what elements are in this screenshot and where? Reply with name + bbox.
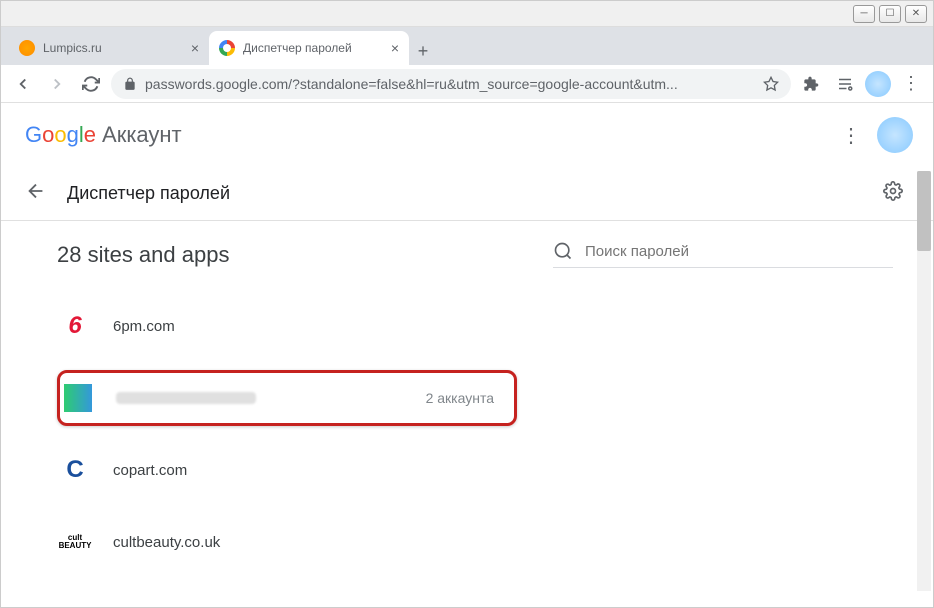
tab-title: Диспетчер паролей xyxy=(243,41,383,55)
close-window-button[interactable]: ✕ xyxy=(905,5,927,23)
browser-toolbar: passwords.google.com/?standalone=false&h… xyxy=(1,65,933,103)
password-manager-header: Диспетчер паролей xyxy=(1,167,933,221)
close-icon[interactable]: × xyxy=(191,40,199,56)
window-titlebar: ─ ☐ ✕ xyxy=(1,1,933,27)
back-arrow-icon[interactable] xyxy=(25,180,47,208)
profile-avatar-small[interactable] xyxy=(865,71,891,97)
star-icon[interactable] xyxy=(763,76,779,92)
new-tab-button[interactable]: + xyxy=(409,37,437,65)
extensions-icon[interactable] xyxy=(797,70,825,98)
site-name: 6pm.com xyxy=(113,318,873,335)
scrollbar-thumb[interactable] xyxy=(917,171,931,251)
back-button[interactable] xyxy=(9,70,37,98)
lock-icon xyxy=(123,77,137,91)
site-favicon: cultBEAUTY xyxy=(61,528,89,556)
search-input[interactable] xyxy=(585,243,893,260)
sites-count-label: 28 sites and apps xyxy=(57,242,229,268)
account-label: Аккаунт xyxy=(102,122,182,148)
maximize-button[interactable]: ☐ xyxy=(879,5,901,23)
tab-password-manager[interactable]: Диспетчер паролей × xyxy=(209,31,409,65)
url-text: passwords.google.com/?standalone=false&h… xyxy=(145,76,755,92)
site-row-copart[interactable]: C copart.com xyxy=(57,442,893,498)
forward-button[interactable] xyxy=(43,70,71,98)
site-favicon: 6 xyxy=(61,312,89,340)
account-count: 2 аккаунта xyxy=(426,390,494,406)
site-row-6pm[interactable]: 6 6pm.com xyxy=(57,298,893,354)
favicon-google xyxy=(219,40,235,56)
reload-button[interactable] xyxy=(77,70,105,98)
site-name: copart.com xyxy=(113,462,873,479)
site-row-cultbeauty[interactable]: cultBEAUTY cultbeauty.co.uk xyxy=(57,514,893,570)
site-favicon xyxy=(64,384,92,412)
page-title: Диспетчер паролей xyxy=(67,183,230,204)
profile-avatar-large[interactable] xyxy=(877,117,913,153)
password-list-area: 28 sites and apps 6 6pm.com 2 аккаунта C… xyxy=(1,221,933,607)
minimize-button[interactable]: ─ xyxy=(853,5,875,23)
tab-strip: Lumpics.ru × Диспетчер паролей × + xyxy=(1,27,933,65)
site-name: cultbeauty.co.uk xyxy=(113,534,873,551)
site-row-highlighted[interactable]: 2 аккаунта xyxy=(57,370,517,426)
address-bar[interactable]: passwords.google.com/?standalone=false&h… xyxy=(111,69,791,99)
site-name-blurred xyxy=(116,392,402,404)
google-logo[interactable]: Google Аккаунт xyxy=(25,122,182,148)
site-favicon: C xyxy=(61,456,89,484)
close-icon[interactable]: × xyxy=(391,40,399,56)
favicon-lumpics xyxy=(19,40,35,56)
header-menu-icon[interactable]: ⋮ xyxy=(841,123,861,148)
search-icon xyxy=(553,241,573,261)
tab-lumpics[interactable]: Lumpics.ru × xyxy=(9,31,209,65)
tab-title: Lumpics.ru xyxy=(43,41,183,55)
search-passwords[interactable] xyxy=(553,241,893,268)
menu-icon[interactable]: ⋮ xyxy=(897,70,925,98)
gear-icon[interactable] xyxy=(883,181,903,206)
reading-list-icon[interactable] xyxy=(831,70,859,98)
google-account-header: Google Аккаунт ⋮ xyxy=(1,103,933,167)
